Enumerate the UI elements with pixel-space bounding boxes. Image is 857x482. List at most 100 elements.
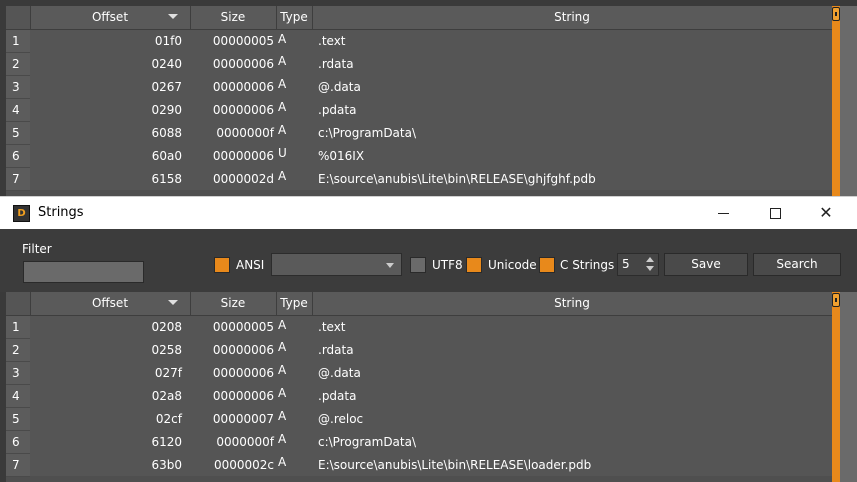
strings-window-titlebar: D Strings ✕	[0, 196, 857, 229]
encoding-dropdown[interactable]	[271, 253, 402, 276]
size-cell: 0000002c	[190, 453, 276, 476]
type-cell: A	[276, 98, 312, 121]
app-icon: D	[13, 205, 30, 222]
corner-cell[interactable]	[6, 292, 31, 316]
row-number: 6	[6, 144, 30, 168]
spin-buttons[interactable]	[644, 256, 656, 273]
min-length-spinbox[interactable]: 5	[617, 253, 659, 276]
close-button[interactable]: ✕	[803, 197, 849, 229]
size-cell: 00000006	[190, 361, 276, 384]
spin-up-icon[interactable]	[646, 257, 654, 262]
type-header[interactable]: Type	[276, 292, 313, 316]
size-cell: 00000006	[190, 144, 276, 167]
scrollbar-handle[interactable]	[832, 7, 840, 21]
close-icon: ✕	[819, 203, 833, 222]
type-cell: A	[276, 121, 312, 144]
table-row[interactable]: 6 60a0 00000006 U %016IX	[6, 144, 832, 168]
spin-down-icon[interactable]	[646, 266, 654, 271]
offset-cell: 60a0	[30, 144, 190, 167]
size-header[interactable]: Size	[190, 292, 277, 316]
offset-header[interactable]: Offset	[30, 292, 191, 316]
top-strings-pane: Offset Size Type String 1 01f0 00000005 A .t…	[0, 0, 857, 196]
type-cell: U	[276, 144, 312, 167]
offset-cell: 0290	[30, 98, 190, 121]
filter-toolbar: Filter ANSI UTF8 Unicode C Strings 5 Sav…	[0, 229, 857, 292]
table-row[interactable]: 2 0240 00000006 A .rdata	[6, 52, 832, 76]
cstrings-checkbox[interactable]	[539, 257, 555, 273]
offset-cell: 02a8	[30, 384, 190, 407]
table-row[interactable]: 4 02a8 00000006 A .pdata	[6, 384, 832, 408]
offset-cell: 0267	[30, 75, 190, 98]
row-number: 5	[6, 407, 30, 431]
row-number: 7	[6, 453, 30, 477]
offset-cell: 027f	[30, 361, 190, 384]
minimize-button[interactable]	[700, 197, 746, 229]
offset-cell: 0208	[30, 315, 190, 338]
type-cell: A	[276, 167, 312, 190]
bottom-strings-pane: Offset Size Type String 1 0208 00000005 A .t…	[0, 292, 857, 482]
string-cell: .rdata	[312, 338, 832, 361]
string-cell: E:\source\anubis\Lite\bin\RELEASE\loader…	[312, 453, 832, 476]
table-row[interactable]: 4 0290 00000006 A .pdata	[6, 98, 832, 122]
table-row[interactable]: 6 6120 0000000f Ac:\ProgramData\	[6, 430, 832, 454]
row-number: 2	[6, 52, 30, 76]
header-row: Offset Size Type String	[6, 6, 833, 30]
offset-header[interactable]: Offset	[30, 6, 191, 30]
maximize-button[interactable]	[752, 197, 798, 229]
search-button[interactable]: Search	[753, 253, 841, 276]
corner-cell[interactable]	[6, 6, 31, 30]
offset-cell: 01f0	[30, 29, 190, 52]
string-cell: .pdata	[312, 98, 832, 121]
cstrings-label: C Strings	[560, 258, 615, 272]
table-row[interactable]: 7 6158 0000002d A E:\source\anubis\Lite\bin\…	[6, 167, 832, 191]
table-row[interactable]: 1 0208 00000005 A .text	[6, 315, 832, 339]
save-button[interactable]: Save	[664, 253, 748, 276]
header-row: Offset Size Type String	[6, 292, 833, 316]
table-row[interactable]: 7 63b0 0000002c A E:\source\anubis\Lite\bin\…	[6, 453, 832, 477]
row-number: 6	[6, 430, 30, 454]
type-cell: A	[276, 361, 312, 384]
vertical-scrollbar[interactable]	[832, 6, 840, 196]
string-cell: .text	[312, 315, 832, 338]
offset-cell: 63b0	[30, 453, 190, 476]
string-cell: E:\source\anubis\Lite\bin\RELEASE\ghjfgh…	[312, 167, 832, 190]
string-cell: c:\ProgramData\	[312, 121, 832, 144]
string-header[interactable]: String	[312, 292, 833, 316]
table-row[interactable]: 3 0267 00000006 A @.data	[6, 75, 832, 99]
string-cell: .text	[312, 29, 832, 52]
row-number: 3	[6, 361, 30, 385]
scrollbar-handle[interactable]	[832, 293, 840, 307]
ansi-checkbox[interactable]	[214, 257, 230, 273]
string-cell: @.reloc	[312, 407, 832, 430]
offset-cell: 6088	[30, 121, 190, 144]
row-number: 4	[6, 98, 30, 122]
string-header[interactable]: String	[312, 6, 833, 30]
row-number: 5	[6, 121, 30, 145]
size-cell: 00000005	[190, 29, 276, 52]
type-cell: A	[276, 315, 312, 338]
offset-cell: 0258	[30, 338, 190, 361]
table-row[interactable]: 2 0258 00000006 A .rdata	[6, 338, 832, 362]
filter-input[interactable]	[23, 261, 144, 283]
offset-cell: 02cf	[30, 407, 190, 430]
size-header[interactable]: Size	[190, 6, 277, 30]
table-row[interactable]: 5 6088 0000000f Ac:\ProgramData\	[6, 121, 832, 145]
size-cell: 00000006	[190, 338, 276, 361]
type-header[interactable]: Type	[276, 6, 313, 30]
min-length-value: 5	[622, 257, 630, 271]
string-cell: c:\ProgramData\	[312, 430, 832, 453]
utf8-label: UTF8	[432, 258, 463, 272]
minimize-icon	[717, 213, 729, 214]
unicode-checkbox[interactable]	[466, 257, 482, 273]
maximize-icon	[769, 208, 781, 219]
vertical-scrollbar[interactable]	[832, 292, 840, 482]
utf8-checkbox[interactable]	[410, 257, 426, 273]
table-row[interactable]: 3 027f 00000006 A @.data	[6, 361, 832, 385]
row-number: 1	[6, 315, 30, 339]
table-row[interactable]: 1 01f0 00000005 A .text	[6, 29, 832, 53]
type-cell: A	[276, 407, 312, 430]
table-row[interactable]: 5 02cf 00000007 A @.reloc	[6, 407, 832, 431]
sort-desc-icon	[167, 300, 178, 305]
type-cell: A	[276, 384, 312, 407]
unicode-label: Unicode	[488, 258, 537, 272]
